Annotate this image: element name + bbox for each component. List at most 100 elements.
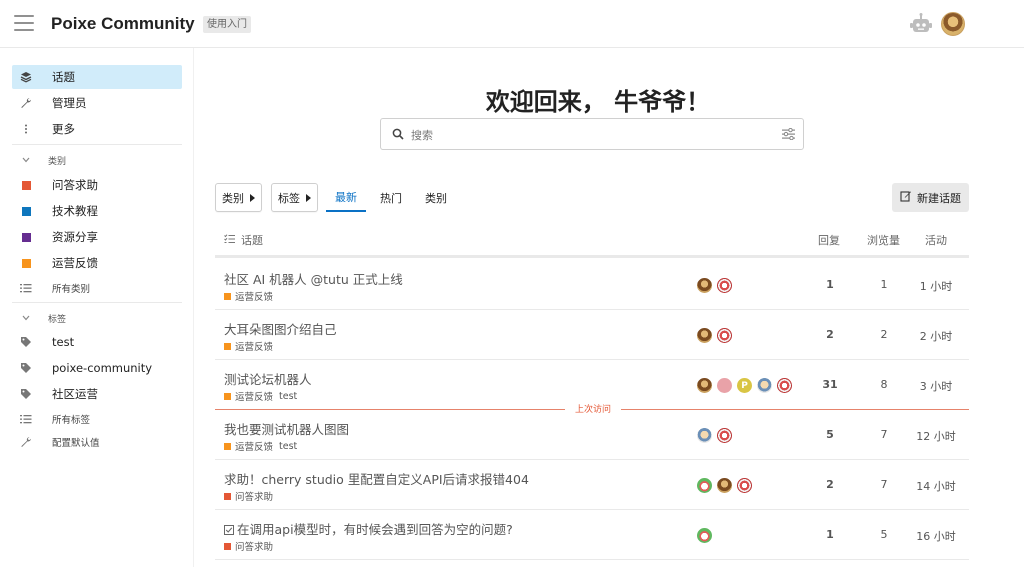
activity-column-header[interactable]: 活动 — [925, 232, 947, 248]
topic-replies[interactable]: 31 — [805, 378, 855, 391]
topic-views: 1 — [880, 278, 888, 291]
topic-activity[interactable]: 16 小时 — [906, 528, 966, 544]
topic-replies[interactable]: 1 — [805, 278, 855, 291]
chevron-down-icon — [12, 157, 40, 163]
topic-activity[interactable]: 1 小时 — [906, 278, 966, 294]
topic-category-link[interactable]: 问答求助 — [235, 489, 273, 503]
topic-category-link[interactable]: 问答求助 — [235, 539, 273, 553]
search-box[interactable] — [380, 118, 804, 150]
hamburger-menu-icon[interactable] — [14, 15, 34, 33]
topic-activity[interactable]: 14 小时 — [906, 478, 966, 494]
search-icon — [392, 128, 404, 143]
topic-title-link[interactable]: 社区 AI 机器人 @tutu 正式上线 — [224, 269, 403, 288]
topic-posters: P — [696, 377, 796, 394]
wrench-icon — [12, 97, 40, 109]
sidebar-item-more[interactable]: 更多 — [12, 117, 182, 141]
poster-avatar[interactable] — [736, 477, 753, 494]
list-icon — [12, 283, 40, 293]
sidebar-item-label: 管理员 — [52, 96, 87, 110]
poster-avatar[interactable] — [696, 377, 713, 394]
category-color-badge — [224, 292, 231, 300]
tab-latest[interactable]: 最新 — [326, 184, 366, 212]
edit-icon — [900, 190, 912, 205]
sidebar-item-tag[interactable]: poixe-community — [12, 356, 182, 380]
category-color-badge — [224, 542, 231, 550]
topic-category-link[interactable]: 运营反馈 — [235, 439, 273, 453]
sidebar-item-category[interactable]: 资源分享 — [12, 225, 182, 249]
sidebar-item-admin[interactable]: 管理员 — [12, 91, 182, 115]
topic-meta: 运营反馈 test — [224, 389, 297, 403]
poster-avatar[interactable] — [756, 377, 773, 394]
poster-avatar[interactable] — [716, 427, 733, 444]
sidebar-item-all-tags[interactable]: 所有标签 — [12, 407, 182, 431]
sidebar-item-all-categories[interactable]: 所有类别 — [12, 276, 182, 300]
sidebar-item-category[interactable]: 问答求助 — [12, 173, 182, 197]
sidebar-item-configure-defaults[interactable]: 配置默认值 — [12, 430, 182, 454]
section-label: 类别 — [48, 156, 67, 167]
new-topic-button[interactable]: 新建话题 — [892, 183, 969, 212]
topic-category-link[interactable]: 运营反馈 — [235, 389, 273, 403]
topic-column-header[interactable]: 话题 — [224, 232, 263, 248]
sidebar-item-label: 运营反馈 — [52, 256, 98, 270]
topic-category-link[interactable]: 运营反馈 — [235, 289, 273, 303]
topic-meta: 运营反馈 — [224, 339, 273, 353]
topic-title-link[interactable]: 在调用api模型时，有时候会遇到回答为空的问题? — [224, 519, 513, 538]
topic-replies[interactable]: 1 — [805, 528, 855, 541]
poster-avatar[interactable] — [716, 477, 733, 494]
topic-replies[interactable]: 2 — [805, 478, 855, 491]
topic-tag-link[interactable]: test — [279, 441, 297, 452]
sidebar-item-topics[interactable]: 话题 — [12, 65, 182, 89]
sidebar-section-tags[interactable]: 标签 — [12, 308, 66, 328]
getting-started-badge[interactable]: 使用入门 — [203, 16, 251, 33]
topic-title-link[interactable]: 我也要测试机器人图图 — [224, 419, 349, 438]
topic-title-link[interactable]: 求助！cherry studio 里配置自定义API后请求报错404 — [224, 469, 529, 488]
views-column-header[interactable]: 浏览量 — [867, 232, 900, 248]
poster-avatar[interactable] — [716, 327, 733, 344]
button-label: 新建话题 — [917, 191, 961, 205]
topic-activity[interactable]: 12 小时 — [906, 428, 966, 444]
tab-categories[interactable]: 类别 — [417, 184, 455, 212]
sidebar-section-categories[interactable]: 类别 — [12, 150, 66, 170]
poster-avatar[interactable] — [716, 377, 733, 394]
site-title[interactable]: Poixe Community — [51, 14, 195, 34]
topic-title-link[interactable]: 测试论坛机器人 — [224, 369, 312, 388]
poster-avatar[interactable] — [696, 427, 713, 444]
replies-column-header[interactable]: 回复 — [818, 232, 840, 248]
topic-activity[interactable]: 3 小时 — [906, 378, 966, 394]
filter-sliders-icon[interactable] — [782, 127, 795, 143]
topic-title-link[interactable]: 大耳朵图图介绍自己 — [224, 319, 337, 338]
topic-tag-link[interactable]: test — [279, 391, 297, 402]
poster-avatar[interactable] — [716, 277, 733, 294]
topic-activity[interactable]: 2 小时 — [906, 328, 966, 344]
poster-avatar[interactable] — [776, 377, 793, 394]
sidebar-item-label: 技术教程 — [52, 204, 98, 218]
sidebar-item-label: test — [52, 335, 75, 349]
search-input[interactable] — [411, 125, 751, 145]
sidebar-divider — [12, 144, 182, 145]
button-label: 类别 — [222, 191, 244, 205]
poster-avatar[interactable] — [696, 527, 713, 544]
sidebar-item-category[interactable]: 运营反馈 — [12, 251, 182, 275]
wrench-icon — [12, 436, 40, 448]
poster-avatar[interactable] — [696, 477, 713, 494]
sidebar-item-tag[interactable]: 社区运营 — [12, 382, 182, 406]
user-avatar[interactable] — [941, 12, 965, 36]
sidebar-item-category[interactable]: 技术教程 — [12, 199, 182, 223]
topic-list-header: 话题 回复 浏览量 活动 — [215, 228, 969, 258]
topic-meta: 运营反馈 test — [224, 439, 297, 453]
sidebar-item-label: 配置默认值 — [52, 438, 100, 449]
robot-icon[interactable] — [909, 13, 933, 35]
poster-avatar[interactable] — [696, 277, 713, 294]
topic-replies[interactable]: 2 — [805, 328, 855, 341]
sidebar-item-tag[interactable]: test — [12, 330, 182, 354]
poster-avatar[interactable]: P — [736, 377, 753, 394]
categories-dropdown-button[interactable]: 类别 — [215, 183, 262, 212]
category-color-badge — [12, 206, 40, 216]
poster-avatar[interactable] — [696, 327, 713, 344]
tags-dropdown-button[interactable]: 标签 — [271, 183, 318, 212]
column-label: 话题 — [241, 234, 263, 247]
topic-category-link[interactable]: 运营反馈 — [235, 339, 273, 353]
topic-replies[interactable]: 5 — [805, 428, 855, 441]
topic-row: 我也要测试机器人图图 运营反馈 test 5 7 12 小时 — [215, 410, 969, 460]
tab-top[interactable]: 热门 — [372, 184, 410, 212]
